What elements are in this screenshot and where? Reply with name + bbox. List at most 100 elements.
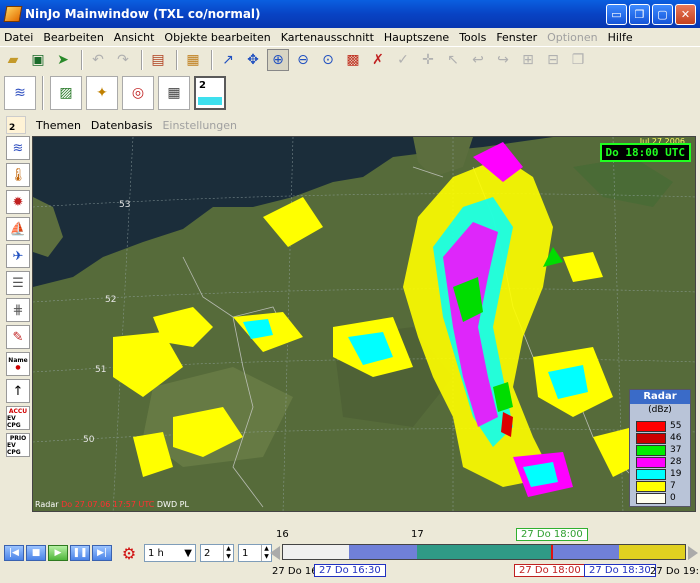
weather-symbol-icon[interactable]: ✹ — [6, 190, 30, 214]
minimize-button[interactable]: ▭ — [606, 4, 627, 25]
utc-time-badge: Do 18:00 UTC — [599, 143, 691, 162]
end-time-box: 27 Do 18:30 — [584, 564, 656, 577]
map-icon[interactable]: ▩ — [342, 49, 364, 71]
main-toolbar: ▰ ▣ ➤ ↶ ↷ ▤ ▦ ↗ ✥ ⊕ ⊖ ⊙ ▩ ✗ ✓ ✛ ↖ ↩ ↪ ⊞ … — [0, 46, 700, 72]
zoom-in-icon[interactable]: ⊕ — [267, 48, 289, 71]
spinner-2[interactable]: 1 ▲ ▼ — [238, 544, 272, 562]
right-handle-icon[interactable] — [688, 546, 698, 560]
track-forecast — [553, 545, 619, 559]
up-arrow-icon[interactable]: ↑ — [6, 379, 30, 403]
pan-icon[interactable]: ✥ — [242, 49, 264, 71]
legend-value: 19 — [670, 469, 682, 479]
maximize-button[interactable]: ▢ — [652, 4, 673, 25]
colortable-side-icon[interactable]: ≋ — [6, 136, 30, 160]
scene-icon[interactable]: 2 — [6, 116, 26, 134]
rail-icon[interactable]: ☰ — [6, 271, 30, 295]
redo-icon[interactable]: ↷ — [112, 49, 134, 71]
menu-hilfe[interactable]: Hilfe — [608, 31, 633, 44]
first-frame-button[interactable]: |◀ — [4, 545, 24, 561]
menu-optionen: Optionen — [547, 30, 598, 44]
menu-fenster[interactable]: Fenster — [496, 31, 537, 44]
legend-title: Radar — [630, 390, 690, 404]
legend-unit: (dBz) — [648, 405, 672, 415]
grid-add-icon[interactable]: ⊟ — [542, 49, 564, 71]
legend-row: 37 — [636, 444, 681, 456]
check-icon[interactable]: ✓ — [392, 49, 414, 71]
gear-icon[interactable]: ⚙ — [120, 544, 138, 563]
restore-button[interactable]: ❐ — [629, 4, 650, 25]
accu-button[interactable]: ACCU EV CPG — [6, 406, 30, 430]
layers-icon[interactable]: ▦ — [182, 49, 204, 71]
export-icon[interactable]: ➤ — [52, 49, 74, 71]
start-time-box: 27 Do 16:30 — [314, 564, 386, 577]
pen-icon[interactable]: ✎ — [6, 325, 30, 349]
prio-sub: EV CPG — [7, 441, 21, 456]
clear-icon[interactable]: ✗ — [367, 49, 389, 71]
properties-icon[interactable]: ▤ — [147, 49, 169, 71]
layer-target-icon[interactable]: ◎ — [122, 76, 154, 110]
last-frame-button[interactable]: ▶| — [92, 545, 112, 561]
menu-datei[interactable]: Datei — [4, 31, 33, 44]
legend-row: 46 — [636, 432, 681, 444]
layer-symbols-icon[interactable]: ✦ — [86, 76, 118, 110]
tab-einstellungen: Einstellungen — [162, 118, 238, 132]
select-arrow-icon[interactable]: ↖ — [442, 49, 464, 71]
accu-label: ACCU — [8, 407, 28, 415]
time-slider[interactable] — [282, 544, 686, 560]
legend-row: 28 — [636, 456, 681, 468]
lat-label-53: 53 — [119, 200, 130, 210]
interval-select[interactable]: 1 h ▼ — [144, 544, 196, 562]
open-icon[interactable]: ▰ — [2, 49, 24, 71]
left-handle-icon[interactable] — [270, 546, 280, 560]
spinner-1[interactable]: 2 ▲ ▼ — [200, 544, 234, 562]
radar-map[interactable]: 53 52 51 50 Jul 27 2006 Do 18:00 UTC Rad… — [32, 136, 696, 512]
legend-swatch — [636, 444, 666, 456]
road-icon[interactable]: ⋕ — [6, 298, 30, 322]
step-back-button[interactable]: ■ — [26, 545, 46, 561]
spinner-1-value: 2 — [204, 547, 211, 559]
layer-grid-icon[interactable]: ▦ — [158, 76, 190, 110]
pointer-icon[interactable]: ↗ — [217, 49, 239, 71]
prio-button[interactable]: PRIO EV CPG — [6, 433, 30, 457]
satellite-icon[interactable]: ✈ — [6, 244, 30, 268]
menu-bearbeiten[interactable]: Bearbeiten — [43, 31, 103, 44]
scene-badge: 2 — [9, 123, 16, 133]
save-icon[interactable]: ▣ — [27, 49, 49, 71]
right-time-label: 27 Do 19:00 — [650, 566, 698, 577]
thermometer-icon[interactable]: 🌡 — [6, 163, 30, 187]
name-layer-button[interactable]: Name ● — [6, 352, 30, 376]
layer-radar-icon[interactable]: 2 — [194, 76, 226, 110]
menu-hauptszene[interactable]: Hauptszene — [384, 31, 449, 44]
footer-time: Do 27.07.06 17:57 UTC — [61, 500, 155, 509]
menu-tools[interactable]: Tools — [459, 31, 486, 44]
hour-16-label: 16 — [276, 529, 289, 540]
play-button[interactable]: ▶ — [48, 545, 68, 561]
footer-source: DWD PL — [156, 500, 189, 509]
name-marker-icon: ● — [15, 364, 21, 371]
left-sidebar: ≋ 🌡 ✹ ⛵ ✈ ☰ ⋕ ✎ Name ● ↑ ACCU EV CPG PRIO E… — [4, 136, 32, 512]
toolbar-separator — [176, 49, 178, 70]
grid-icon[interactable]: ⊞ — [517, 49, 539, 71]
undo-icon[interactable]: ↶ — [87, 49, 109, 71]
menu-kartenausschnitt[interactable]: Kartenausschnitt — [281, 31, 374, 44]
left-time-label: 27 Do 16 — [272, 566, 318, 577]
select-icon[interactable]: ✛ — [417, 49, 439, 71]
copy-icon[interactable]: ❐ — [567, 49, 589, 71]
legend-value: 55 — [670, 421, 682, 431]
colortable-icon[interactable]: ≋ — [4, 76, 36, 110]
pause-button[interactable]: ❚❚ — [70, 545, 90, 561]
back-icon[interactable]: ↩ — [467, 49, 489, 71]
spinner-2-value: 1 — [242, 547, 249, 559]
menu-ansicht[interactable]: Ansicht — [114, 31, 155, 44]
menu-objekte-bearbeiten[interactable]: Objekte bearbeiten — [164, 31, 270, 44]
tab-themen[interactable]: Themen — [36, 119, 81, 132]
forward-icon[interactable]: ↪ — [492, 49, 514, 71]
layer-badge: 2 — [199, 80, 206, 91]
ship-icon[interactable]: ⛵ — [6, 217, 30, 241]
zoom-km-icon[interactable]: ⊙ — [317, 49, 339, 71]
toolbar-separator — [141, 49, 143, 70]
layer-chart-icon[interactable]: ▨ — [50, 76, 82, 110]
tab-datenbasis[interactable]: Datenbasis — [91, 119, 153, 132]
close-button[interactable]: ✕ — [675, 4, 696, 25]
zoom-out-icon[interactable]: ⊖ — [292, 49, 314, 71]
